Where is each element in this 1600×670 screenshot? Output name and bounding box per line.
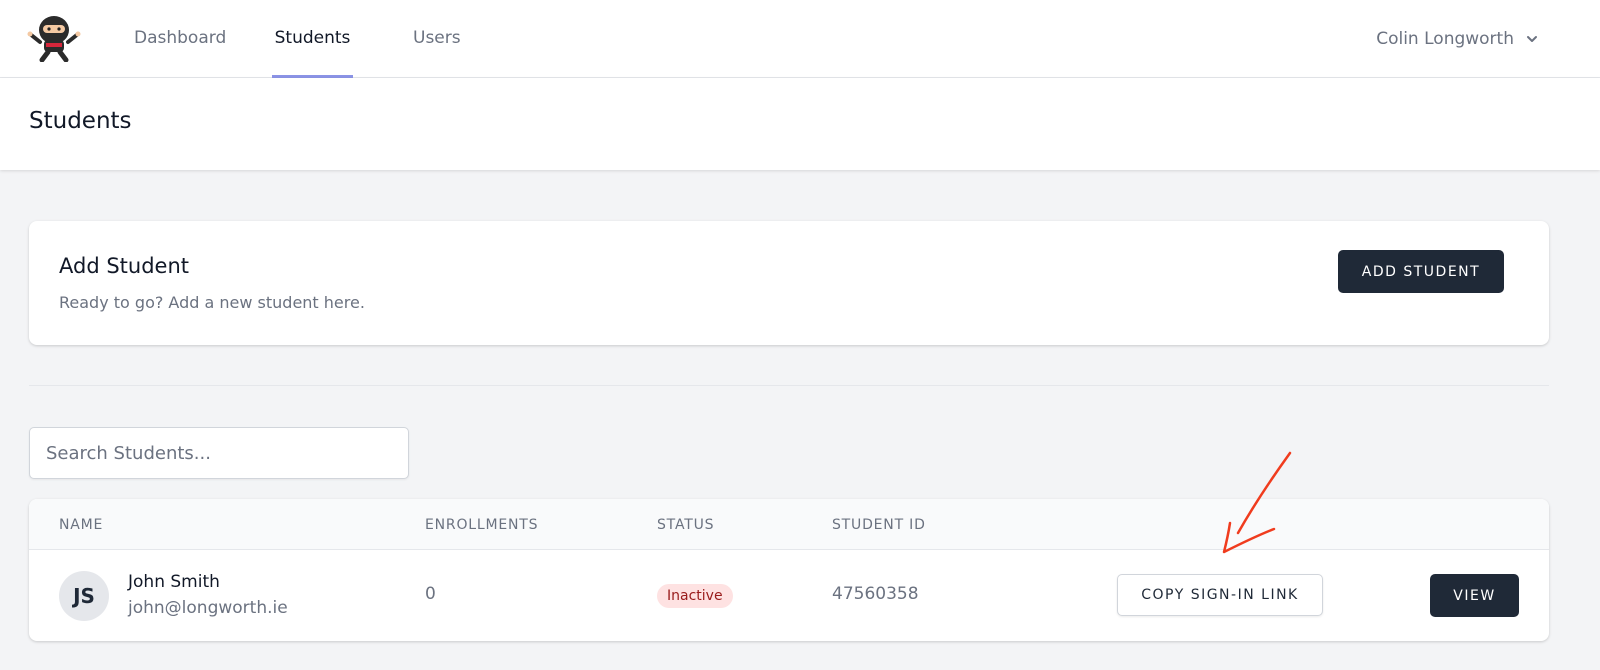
table-row: JS John Smith john@longworth.ie 0 Inacti…: [29, 550, 1549, 641]
user-menu[interactable]: Colin Longworth: [1376, 0, 1538, 78]
ninja-logo-icon[interactable]: [26, 12, 82, 62]
header-student-id: STUDENT ID: [832, 517, 926, 533]
student-id: 47560358: [832, 584, 919, 604]
page-title: Students: [29, 108, 132, 134]
students-table: NAME ENROLLMENTS STATUS STUDENT ID JS Jo…: [29, 499, 1549, 641]
chevron-down-icon: [1527, 36, 1537, 42]
add-student-button[interactable]: ADD STUDENT: [1338, 250, 1504, 293]
arrow-annotation-icon: [1222, 451, 1292, 554]
header-status: STATUS: [657, 517, 715, 533]
table-header: NAME ENROLLMENTS STATUS STUDENT ID: [29, 499, 1549, 550]
search-students-input[interactable]: [29, 427, 409, 479]
enrollments-count: 0: [425, 584, 436, 604]
avatar: JS: [59, 571, 109, 621]
user-name: Colin Longworth: [1376, 29, 1514, 49]
student-name: John Smith: [128, 572, 220, 592]
status-badge: Inactive: [657, 584, 733, 608]
add-student-card: Add Student Ready to go? Add a new stude…: [29, 221, 1549, 345]
nav-students[interactable]: Students: [272, 0, 353, 78]
divider: [29, 385, 1549, 386]
header-name: NAME: [59, 517, 104, 533]
page-header: Students: [0, 78, 1600, 170]
add-student-description: Ready to go? Add a new student here.: [59, 293, 365, 312]
add-student-title: Add Student: [59, 254, 189, 278]
student-email: john@longworth.ie: [128, 598, 288, 618]
copy-sign-in-link-button[interactable]: COPY SIGN-IN LINK: [1117, 574, 1323, 616]
top-navbar: Dashboard Students Users Colin Longworth: [0, 0, 1600, 78]
header-enrollments: ENROLLMENTS: [425, 517, 539, 533]
nav-users[interactable]: Users: [413, 0, 461, 78]
view-button[interactable]: VIEW: [1430, 574, 1519, 617]
nav-dashboard[interactable]: Dashboard: [134, 0, 226, 78]
